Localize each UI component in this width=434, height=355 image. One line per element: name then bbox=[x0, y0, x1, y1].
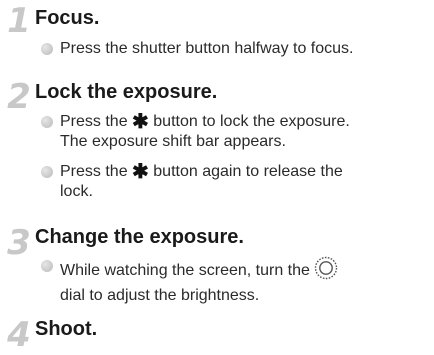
step-title-4: Shoot. bbox=[35, 318, 98, 340]
bullet-text-before: While watching the screen, turn the bbox=[60, 262, 310, 279]
step-number-2: 2 bbox=[7, 77, 31, 117]
bullet-text-line2: dial to adjust the brightness. bbox=[60, 287, 260, 304]
step-title-3: Change the exposure. bbox=[35, 226, 244, 248]
bullet-text-after: button to lock the exposure. bbox=[153, 113, 350, 130]
control-dial-icon bbox=[314, 256, 338, 286]
bullet-text-before: Press the bbox=[60, 163, 128, 180]
step-title-2: Lock the exposure. bbox=[35, 81, 218, 103]
step-2-bullet-1: Press the ✱ button to lock the exposure.… bbox=[41, 111, 429, 152]
bullet-text-line2: lock. bbox=[60, 183, 93, 200]
step-3-bullet-1: While watching the screen, turn the dial… bbox=[41, 256, 429, 306]
step-number-3: 3 bbox=[7, 223, 31, 263]
bullet-text-line2: The exposure shift bar appears. bbox=[60, 133, 286, 150]
bullet-dot-icon bbox=[41, 260, 53, 272]
bullet-text-before: Press the bbox=[60, 113, 128, 130]
bullet-dot-icon bbox=[41, 116, 53, 128]
star-asterisk-icon: ✱ bbox=[132, 161, 149, 183]
step-number-4: 4 bbox=[7, 315, 31, 355]
step-1-bullet-1: Press the shutter button halfway to focu… bbox=[41, 39, 429, 59]
bullet-dot-icon bbox=[41, 43, 53, 55]
bullet-text: Press the shutter button halfway to focu… bbox=[60, 40, 354, 57]
bullet-text-after: button again to release the bbox=[153, 163, 343, 180]
star-asterisk-icon: ✱ bbox=[132, 111, 149, 133]
step-number-1: 1 bbox=[7, 1, 31, 41]
step-title-1: Focus. bbox=[35, 7, 100, 29]
step-2-bullet-2: Press the ✱ button again to release the … bbox=[41, 161, 429, 202]
bullet-dot-icon bbox=[41, 166, 53, 178]
